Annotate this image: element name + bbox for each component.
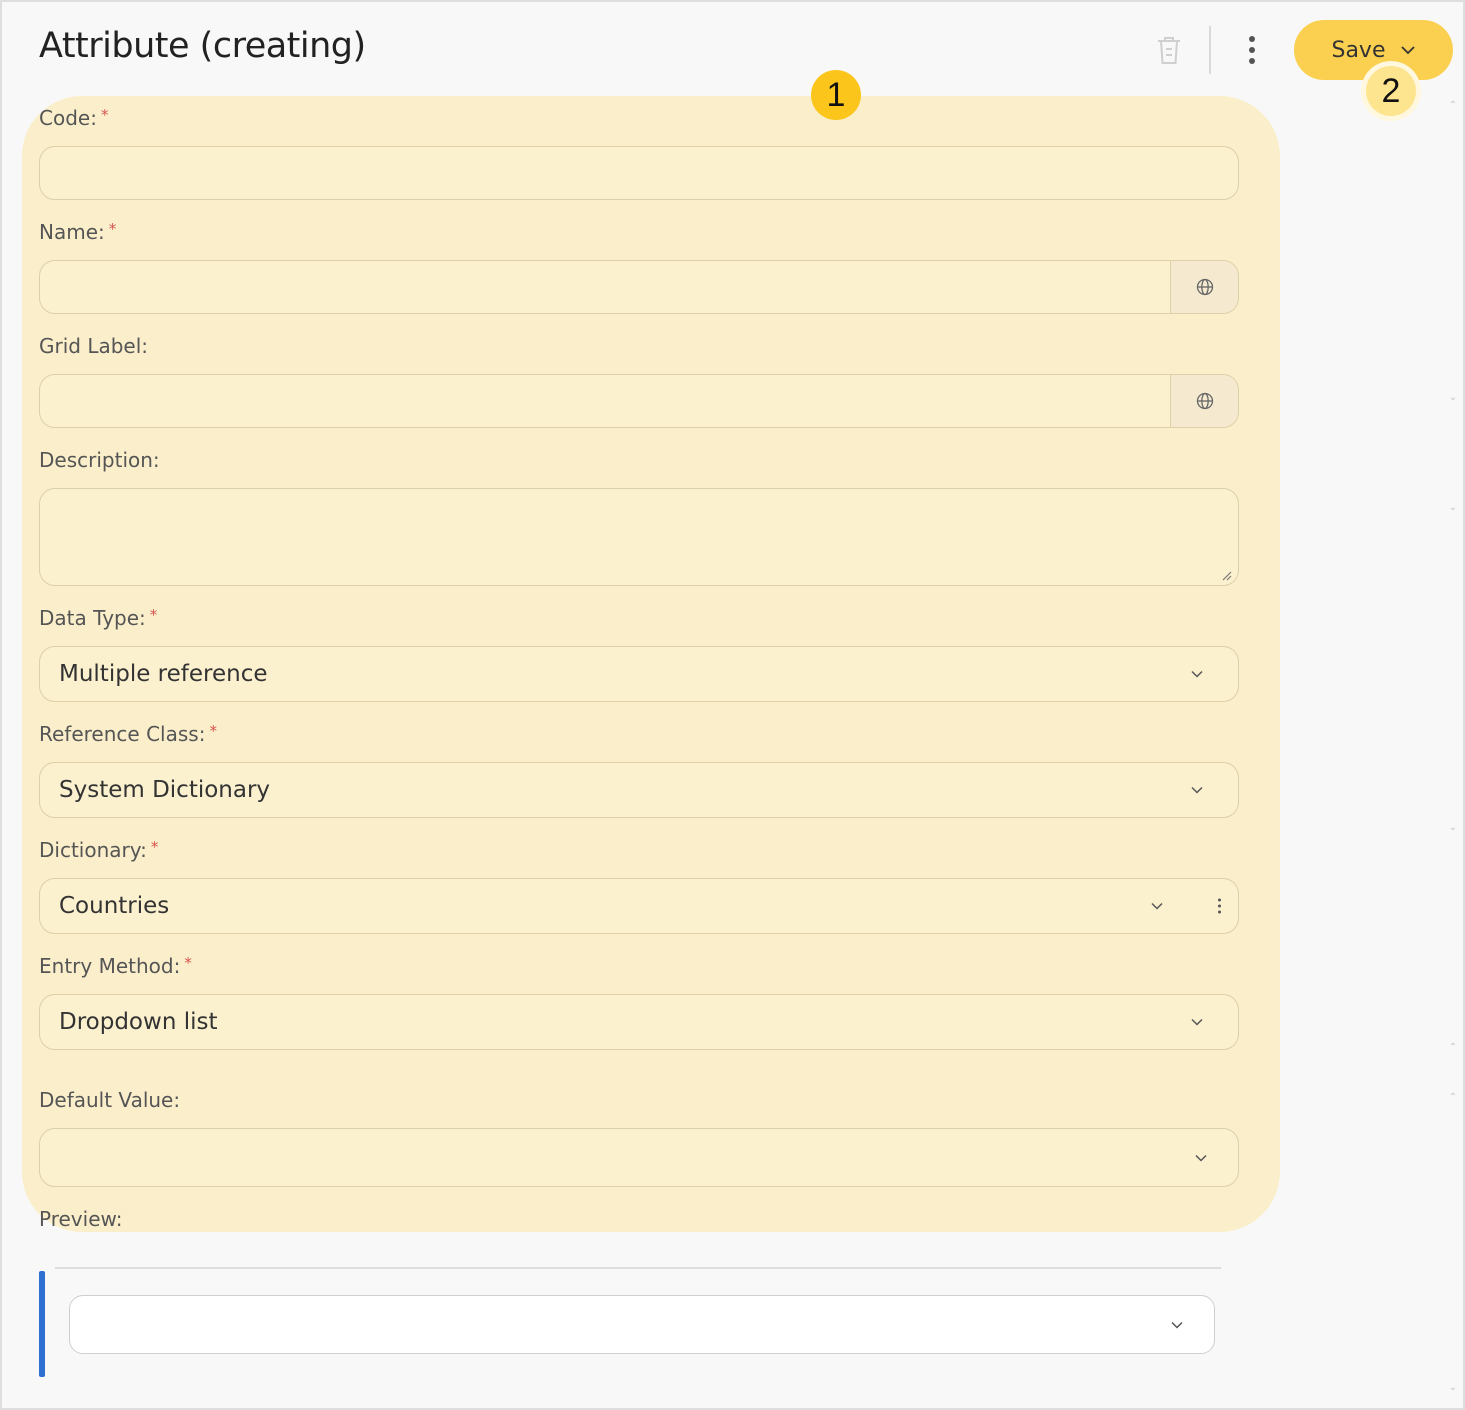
step-badge-1: 1	[811, 70, 861, 120]
chevron-down-icon	[1171, 1321, 1183, 1329]
globe-icon[interactable]	[1170, 261, 1238, 313]
default-value-label: Default Value:	[39, 1088, 181, 1112]
chevron-down-icon	[1195, 1154, 1207, 1162]
data-type-select[interactable]: Multiple reference	[39, 646, 1239, 702]
more-actions-button[interactable]	[1236, 30, 1268, 70]
chevron-down-icon	[1191, 786, 1203, 794]
chevron-down-icon	[1400, 46, 1415, 55]
grid-label-label: Grid Label:	[39, 334, 149, 358]
save-button-label: Save	[1331, 37, 1386, 63]
reference-class-select[interactable]: System Dictionary	[39, 762, 1239, 818]
globe-icon[interactable]	[1170, 375, 1238, 427]
dictionary-select[interactable]: Countries	[39, 878, 1239, 934]
description-textarea[interactable]	[39, 488, 1239, 586]
entry-method-label: Entry Method: *	[39, 954, 192, 978]
chevron-down-icon	[1191, 1018, 1203, 1026]
reference-class-label: Reference Class: *	[39, 722, 217, 746]
save-button[interactable]: Save	[1294, 20, 1453, 80]
preview-label: Preview:	[39, 1207, 123, 1231]
entry-method-select[interactable]: Dropdown list	[39, 994, 1239, 1050]
name-input[interactable]	[39, 260, 1239, 314]
preview-select[interactable]	[69, 1295, 1215, 1354]
name-label: Name: *	[39, 220, 117, 244]
kebab-menu-icon	[1249, 36, 1255, 42]
grid-label-input[interactable]	[39, 374, 1239, 428]
dictionary-label: Dictionary: *	[39, 838, 159, 862]
preview-accent-bar	[39, 1271, 45, 1377]
preview-divider	[55, 1267, 1221, 1269]
toolbar-divider	[1209, 26, 1211, 74]
description-label: Description:	[39, 448, 160, 472]
data-type-label: Data Type: *	[39, 606, 158, 630]
page-title: Attribute (creating)	[39, 26, 366, 66]
dictionary-options-icon[interactable]	[1218, 898, 1221, 914]
code-input[interactable]	[39, 146, 1239, 200]
chevron-down-icon	[1191, 670, 1203, 678]
trash-icon[interactable]	[1155, 34, 1183, 66]
default-value-select[interactable]	[39, 1128, 1239, 1187]
chevron-down-icon	[1151, 902, 1163, 910]
code-label: Code: *	[39, 106, 109, 130]
step-badge-2: 2	[1366, 66, 1416, 116]
resize-handle-icon[interactable]	[1220, 569, 1232, 581]
scrollbar[interactable]: ⌃ ⌄ ⌄ ⌄ ⌃ ⌃ ⌄	[1446, 96, 1460, 1406]
